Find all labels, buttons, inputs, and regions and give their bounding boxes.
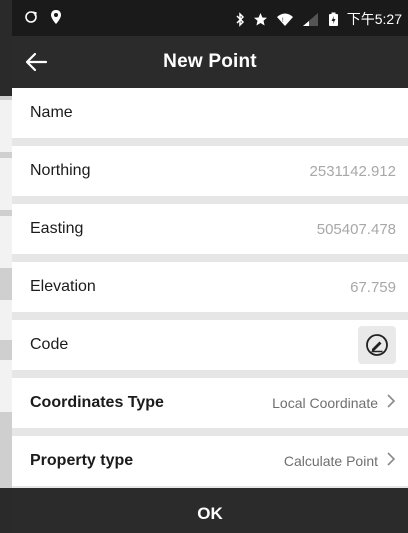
elevation-label: Elevation (30, 278, 96, 295)
elevation-field[interactable]: Elevation 67.759 (12, 262, 408, 320)
page-title: New Point (163, 51, 257, 72)
code-field[interactable]: Code (12, 320, 408, 378)
code-label: Code (30, 336, 69, 353)
wifi-icon: ! (276, 12, 294, 27)
northing-label: Northing (30, 162, 91, 179)
status-time: 下午5:27 (346, 11, 402, 27)
signal-icon (302, 12, 320, 27)
northing-value[interactable]: 2531142.912 (310, 163, 396, 180)
coordinates-type-field[interactable]: Coordinates Type Local Coordinate (12, 378, 408, 436)
location-icon (50, 9, 62, 25)
app-bar: New Point (12, 36, 408, 88)
property-type-label: Property type (30, 452, 134, 469)
ok-button[interactable]: OK (12, 488, 408, 533)
easting-field[interactable]: Easting 505407.478 (12, 204, 408, 262)
battery-icon (328, 12, 339, 27)
easting-label: Easting (30, 220, 84, 237)
name-label: Name (30, 104, 73, 121)
status-bar: ! 下午5:27 (12, 0, 408, 36)
easting-value[interactable]: 505407.478 (317, 221, 396, 238)
chevron-right-icon (386, 451, 396, 472)
background-app-edge (0, 0, 12, 533)
property-type-value: Calculate Point (283, 453, 378, 469)
new-point-screen: ! 下午5:27 New Point Name Northing 2531142… (12, 0, 408, 533)
star-icon (253, 12, 268, 27)
chevron-right-icon (386, 393, 396, 414)
point-form: Name Northing 2531142.912 Easting 505407… (12, 88, 408, 494)
elevation-value[interactable]: 67.759 (350, 279, 396, 296)
northing-field[interactable]: Northing 2531142.912 (12, 146, 408, 204)
name-field[interactable]: Name (12, 88, 408, 146)
property-type-field[interactable]: Property type Calculate Point (12, 436, 408, 494)
sync-icon (24, 10, 38, 24)
coordinates-type-value: Local Coordinate (272, 395, 378, 411)
coordinates-type-label: Coordinates Type (30, 394, 164, 411)
edit-pen-icon[interactable] (358, 326, 396, 364)
bluetooth-icon (235, 11, 245, 27)
